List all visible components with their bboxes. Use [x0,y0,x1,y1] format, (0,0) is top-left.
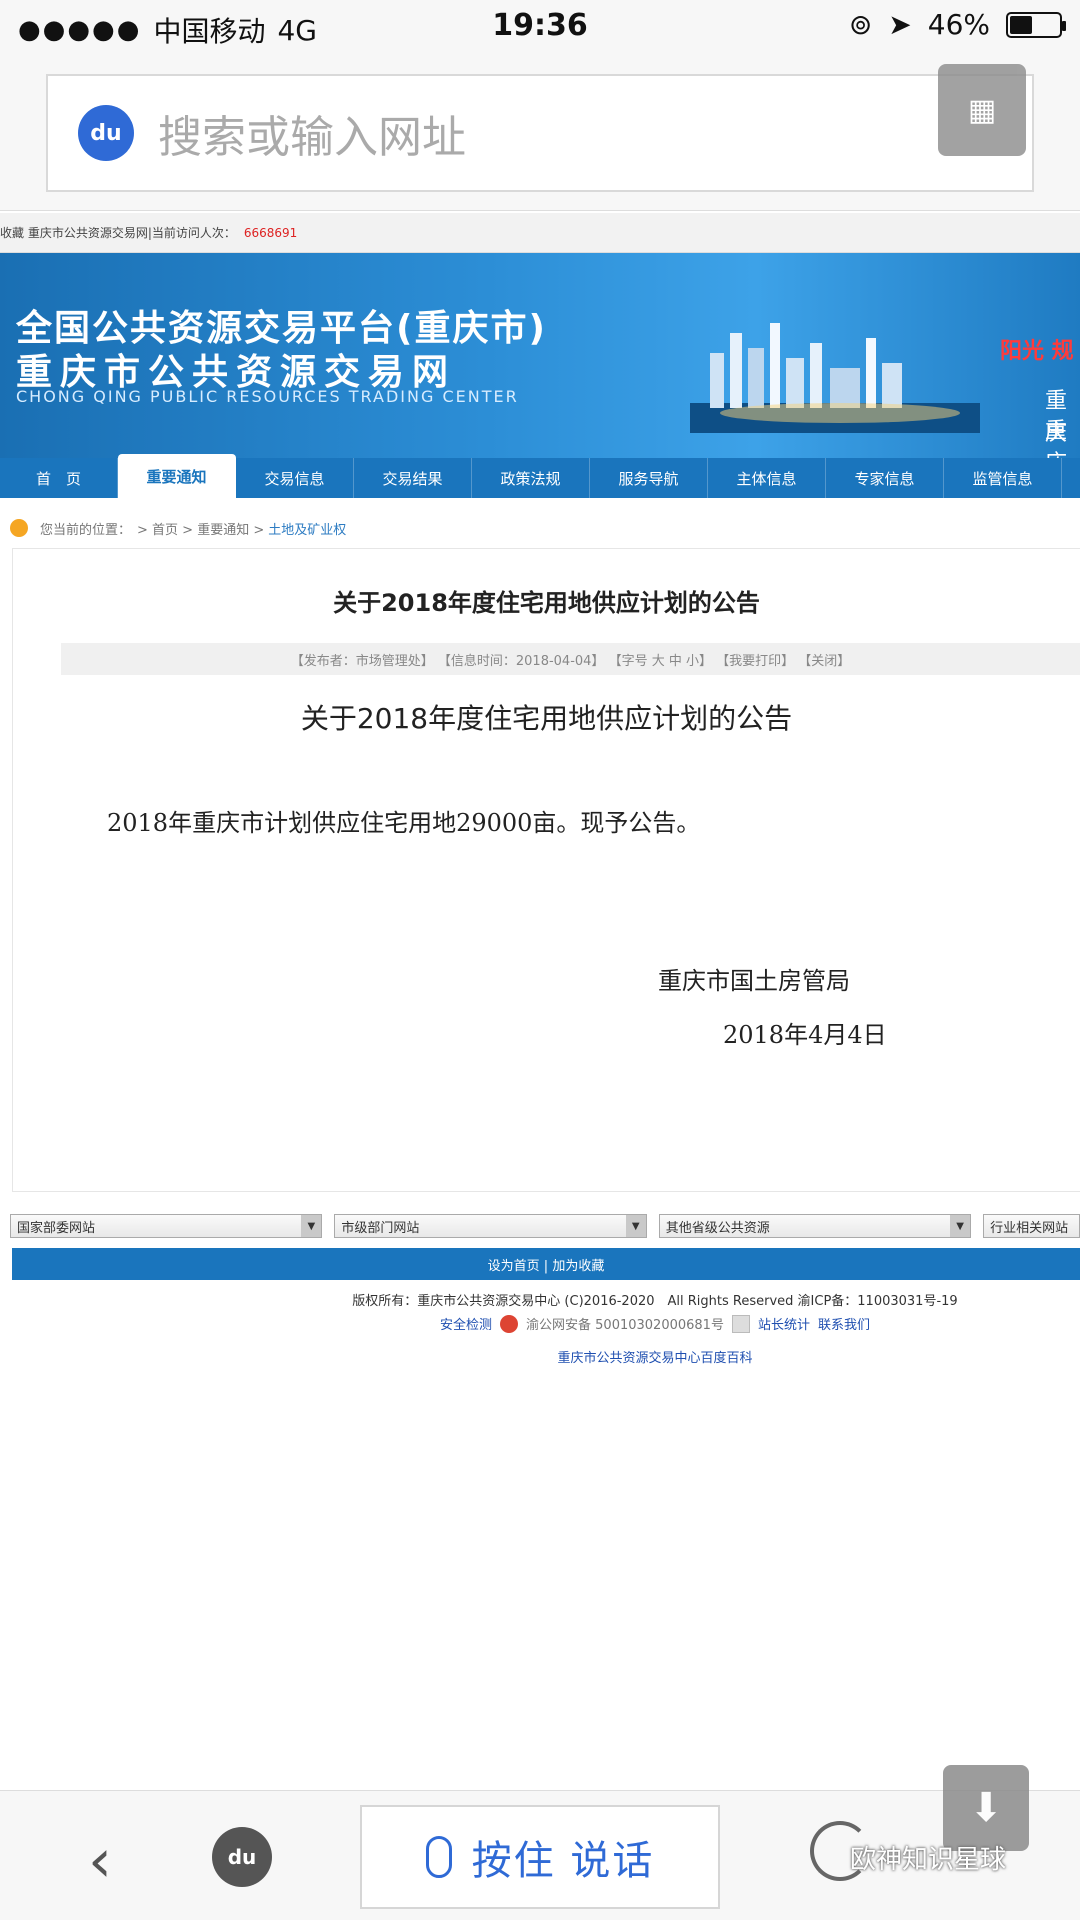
breadcrumb-path[interactable]: > 首页 > 重要通知 > [137,519,264,538]
city-skyline-image [690,323,980,433]
baidu-home-button[interactable]: du [212,1827,272,1887]
stats-icon [731,1314,750,1333]
baike-link[interactable]: 重庆市公共资源交易中心百度百科 [0,1347,1080,1366]
security-check-link[interactable]: 安全检测 [440,1314,492,1333]
top-strip-text: 收藏 重庆市公共资源交易网|当前访问人次： [0,226,236,240]
voice-label: 按住 说话 [471,1838,655,1884]
nav-trade-result[interactable]: 交易结果 [354,458,472,498]
police-record: 渝公网安备 50010302000681号 [526,1318,724,1333]
footer-bar[interactable]: 设为首页 | 加为收藏 [12,1248,1080,1280]
back-button[interactable]: ‹ [70,1826,130,1896]
nav-supervision[interactable]: 监管信息 [944,458,1062,498]
dropdown-label: 市级部门网站 [341,1220,420,1236]
dropdown-industry[interactable]: 行业相关网站 [983,1214,1080,1238]
link-dropdowns: 国家部委网站 ▼ 市级部门网站 ▼ 其他省级公共资源 ▼ 行业相关网站 [10,1214,1080,1238]
dropdown-municipal[interactable]: 市级部门网站 ▼ [334,1214,647,1238]
battery-fill [1010,15,1032,34]
dropdown-provincial[interactable]: 其他省级公共资源 ▼ [658,1214,972,1238]
chevron-down-icon: ▼ [625,1215,646,1237]
top-strip: 收藏 重庆市公共资源交易网|当前访问人次： 6668691 [0,213,1080,253]
article-panel: 关于2018年度住宅用地供应计划的公告 【发布者：市场管理处】 【信息时间：20… [12,548,1080,1192]
copyright-text: 版权所有：重庆市公共资源交易中心 (C)2016-2020 All Rights… [352,1294,958,1309]
dropdown-label: 行业相关网站 [990,1220,1069,1236]
nav-important-notice[interactable]: 重要通知 [118,454,236,498]
search-input[interactable]: du 搜索或输入网址 ▦ [46,64,1034,192]
article-title: 关于2018年度住宅用地供应计划的公告 [333,589,760,617]
microphone-icon [425,1836,452,1878]
battery-icon [1006,11,1066,38]
baidu-paw-icon: du [78,105,134,161]
nav-trade-info[interactable]: 交易信息 [236,458,354,498]
breadcrumb-prefix: 您当前的位置： [40,522,132,538]
dropdown-label: 国家部委网站 [17,1220,96,1236]
location-pin-icon [10,519,28,537]
dropdown-national[interactable]: 国家部委网站 ▼ [10,1214,323,1238]
watermark-text: 欧神知识星球 [850,1845,1007,1875]
site-banner: 全国公共资源交易平台(重庆市) 重庆市公共资源交易网 CHONG QING PU… [0,253,1080,458]
browser-toolbar: ‹ du 按住 说话 ⬇ 欧神知识星球 [0,1765,1080,1920]
chevron-down-icon: ▼ [950,1215,971,1237]
contact-link[interactable]: 联系我们 [818,1314,870,1333]
article-date: 2018年4月4日 [723,1021,887,1049]
voice-input-button[interactable]: 按住 说话 [360,1805,720,1909]
status-bar: ●●●●● 中国移动 4G 19:36 ⊚ ➤ 46% [0,0,1080,56]
article-body: 2018年重庆市计划供应住宅用地29000亩。现予公告。 [107,809,701,837]
location-arrow-icon: ➤ [888,8,912,41]
grid-menu-icon[interactable]: ▦ [938,64,1026,156]
article-body-title: 关于2018年度住宅用地供应计划的公告 [300,702,793,735]
chevron-down-icon: ▼ [301,1215,322,1237]
visit-count: 6668691 [243,225,298,240]
rotation-lock-icon: ⊚ [848,8,873,41]
article-signature: 重庆市国土房管局 [658,967,850,995]
battery-percent: 46% [927,8,990,41]
article-meta: 【发布者：市场管理处】 【信息时间：2018-04-04】 【字号 大 中 小】… [61,643,1080,675]
stats-link[interactable]: 站长统计 [758,1314,810,1333]
banner-right-text-2: 重庆 [1045,419,1068,458]
banner-slogan-red: 阳光 规 [1000,339,1074,364]
banner-english: CHONG QING PUBLIC RESOURCES TRADING CENT… [16,387,519,406]
status-right: ⊚ ➤ 46% [848,8,1066,41]
nav-policy[interactable]: 政策法规 [472,458,590,498]
police-emblem-icon [500,1314,519,1333]
breadcrumb-current[interactable]: 土地及矿业权 [268,519,346,538]
footer-links: 安全检测 渝公网安备 50010302000681号 站长统计 联系我们 [0,1314,1080,1333]
breadcrumb: 您当前的位置： > 首页 > 重要通知 > 土地及矿业权 [10,516,346,540]
nav-expert[interactable]: 专家信息 [826,458,944,498]
nav-service[interactable]: 服务导航 [590,458,708,498]
main-nav: 首 页 重要通知 交易信息 交易结果 政策法规 服务导航 主体信息 专家信息 监… [0,454,1080,498]
dropdown-label: 其他省级公共资源 [665,1220,770,1236]
nav-entity[interactable]: 主体信息 [708,458,826,498]
address-area: du 搜索或输入网址 ▦ [0,56,1080,211]
nav-home[interactable]: 首 页 [0,458,118,498]
search-placeholder: 搜索或输入网址 [158,112,466,163]
